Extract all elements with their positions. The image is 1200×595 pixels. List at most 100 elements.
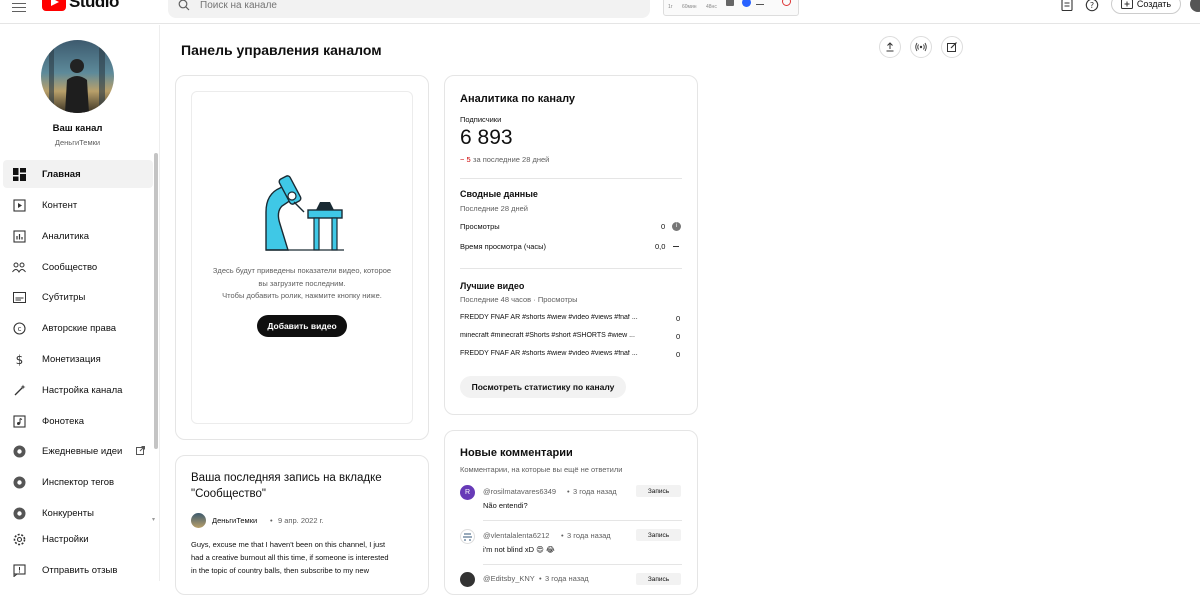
comment-avatar[interactable]: R (460, 485, 475, 500)
add-video-icon (1120, 0, 1133, 9)
sidebar-item-subtitles[interactable]: Субтитры (3, 283, 153, 311)
subscribers-delta-period: за последние 28 дней (473, 155, 550, 164)
menu-icon[interactable] (12, 0, 26, 12)
top-video-views: 0 (676, 332, 681, 341)
divider (460, 178, 682, 179)
scroll-down-icon[interactable]: ▾ (152, 516, 155, 523)
sidebar-item-label: Конкуренты (42, 507, 94, 519)
sidebar-item-analytics[interactable]: Аналитика (3, 222, 153, 250)
upload-button[interactable] (879, 36, 901, 58)
create-button-label: Создать (1136, 0, 1172, 9)
sidebar-item-dashboard[interactable]: Главная (3, 160, 153, 188)
sidebar-item-content[interactable]: Контент (3, 191, 153, 219)
top-video-title[interactable]: FREDDY FNAF AR #shorts #wiew #video #vie… (460, 314, 670, 321)
comment-post-tag[interactable]: Запись (636, 529, 681, 541)
community-body-line2: had a creative burnout all this time, if… (191, 553, 389, 562)
empty-state-line3: Чтобы добавить ролик, нажмите кнопку ниж… (222, 291, 382, 300)
comment-avatar[interactable] (460, 572, 475, 587)
top-video-title[interactable]: minecraft #minecraft #Shorts #short #SHO… (460, 332, 670, 339)
empty-state-line1: Здесь будут приведены показатели видео, … (212, 266, 392, 275)
comment-author[interactable]: @vlentalalenta6212 (483, 531, 549, 540)
sidebar-item-daily-ideas[interactable]: Ежедневные идеи (3, 437, 153, 465)
sidebar-item-feedback[interactable]: Отправить отзыв (3, 556, 153, 584)
info-icon[interactable]: i (672, 222, 681, 231)
sidebar-item-customization[interactable]: Настройка канала (3, 376, 153, 404)
comment-time: 3 года назад (567, 531, 611, 540)
search-icon (178, 0, 190, 11)
sidebar-item-competitors[interactable]: Конкуренты (3, 499, 153, 527)
sidebar-item-label: Ежедневные идеи (42, 445, 123, 457)
view-channel-analytics-button[interactable]: Посмотреть статистику по каналу (460, 376, 626, 398)
summary-title: Сводные данные (460, 189, 538, 199)
divider (483, 564, 682, 565)
svg-text:c: c (17, 325, 21, 333)
dashboard-icon (12, 167, 26, 181)
upload-illustration (265, 175, 344, 251)
help-icon[interactable]: ? (1085, 0, 1099, 12)
divider (460, 268, 682, 269)
ext-icon-1[interactable] (726, 0, 734, 6)
sidebar-item-label: Субтитры (42, 291, 86, 303)
channel-avatar[interactable] (41, 40, 114, 113)
sidebar-scrollbar[interactable] (154, 153, 158, 449)
community-body-line1: Guys, excuse me that I haven't been on t… (191, 540, 386, 549)
default-avatar-icon (463, 533, 472, 541)
extension-icon (12, 475, 26, 489)
top-videos-period: Последние 48 часов · Просмотры (460, 295, 578, 304)
subscribers-value: 6 893 (460, 126, 513, 149)
messages-icon[interactable] (1060, 0, 1074, 12)
sidebar-item-copyright[interactable]: c Авторские права (3, 314, 153, 342)
comment-author[interactable]: @Editsby_KNY (483, 574, 535, 583)
logo-text: Studio (69, 0, 119, 11)
sidebar-item-label: Монетизация (42, 353, 101, 365)
search-input[interactable] (200, 0, 620, 11)
gear-icon (12, 532, 26, 546)
watch-time-label: Время просмотра (часы) (460, 242, 547, 251)
views-label: Просмотры (460, 222, 500, 231)
comment-avatar[interactable] (460, 529, 475, 544)
sidebar-item-community[interactable]: Сообщество (3, 253, 153, 281)
ext-icon-2[interactable] (742, 0, 751, 7)
sidebar-item-label: Авторские права (42, 322, 117, 334)
trend-flat-icon (673, 246, 679, 247)
create-button[interactable]: Создать (1111, 0, 1181, 14)
studio-logo[interactable]: Studio (42, 0, 119, 13)
divider (483, 520, 682, 521)
account-avatar[interactable] (1190, 0, 1200, 12)
broadcast-icon (915, 42, 927, 52)
ext-icon-3[interactable] (782, 0, 791, 6)
channel-name: ДеньгиТемки (54, 138, 101, 147)
feedback-icon (12, 563, 26, 577)
extension-toolbar[interactable]: 1г 60мин 48нс (663, 0, 799, 16)
comment-time: 3 года назад (573, 487, 617, 496)
top-bar: Studio 1г 60мин 48нс ? Создать (0, 0, 1200, 24)
sidebar-item-audio-library[interactable]: Фонотека (3, 407, 153, 435)
comments-title: Новые комментарии (460, 447, 573, 459)
dollar-icon: $ (12, 352, 26, 366)
youtube-logo-icon (42, 0, 66, 11)
author-avatar (191, 513, 206, 528)
sidebar-item-label: Сообщество (42, 261, 98, 273)
create-post-button[interactable] (941, 36, 963, 58)
dot-separator: • (539, 574, 542, 583)
sidebar-item-settings[interactable]: Настройки (3, 525, 153, 553)
comment-post-tag[interactable]: Запись (636, 573, 681, 585)
channel-title: Ваш канал (52, 123, 103, 134)
list-icon[interactable] (756, 0, 764, 5)
dot-separator: • (270, 516, 273, 525)
comments-subtitle: Комментарии, на которые вы ещё не ответи… (460, 465, 623, 474)
comment-author[interactable]: @rosilmatavares6349 (483, 487, 556, 496)
dot-separator: • (561, 531, 564, 540)
community-author[interactable]: ДеньгиТемки (212, 516, 257, 525)
community-body-line3: in the topic of country balls, then subs… (191, 566, 370, 575)
go-live-button[interactable] (910, 36, 932, 58)
add-video-button[interactable]: Добавить видео (257, 315, 347, 337)
post-tag-label: Запись (647, 575, 670, 583)
search-bar[interactable] (168, 0, 650, 18)
top-video-title[interactable]: FREDDY FNAF AR #shorts #wiew #video #vie… (460, 350, 670, 357)
sidebar-item-monetization[interactable]: $ Монетизация (3, 345, 153, 373)
comment-post-tag[interactable]: Запись (636, 485, 681, 497)
sidebar-item-label: Фонотека (42, 415, 85, 427)
community-title-line1: Ваша последняя запись на вкладке (191, 472, 382, 484)
sidebar-item-tag-inspector[interactable]: Инспектор тегов (3, 468, 153, 496)
